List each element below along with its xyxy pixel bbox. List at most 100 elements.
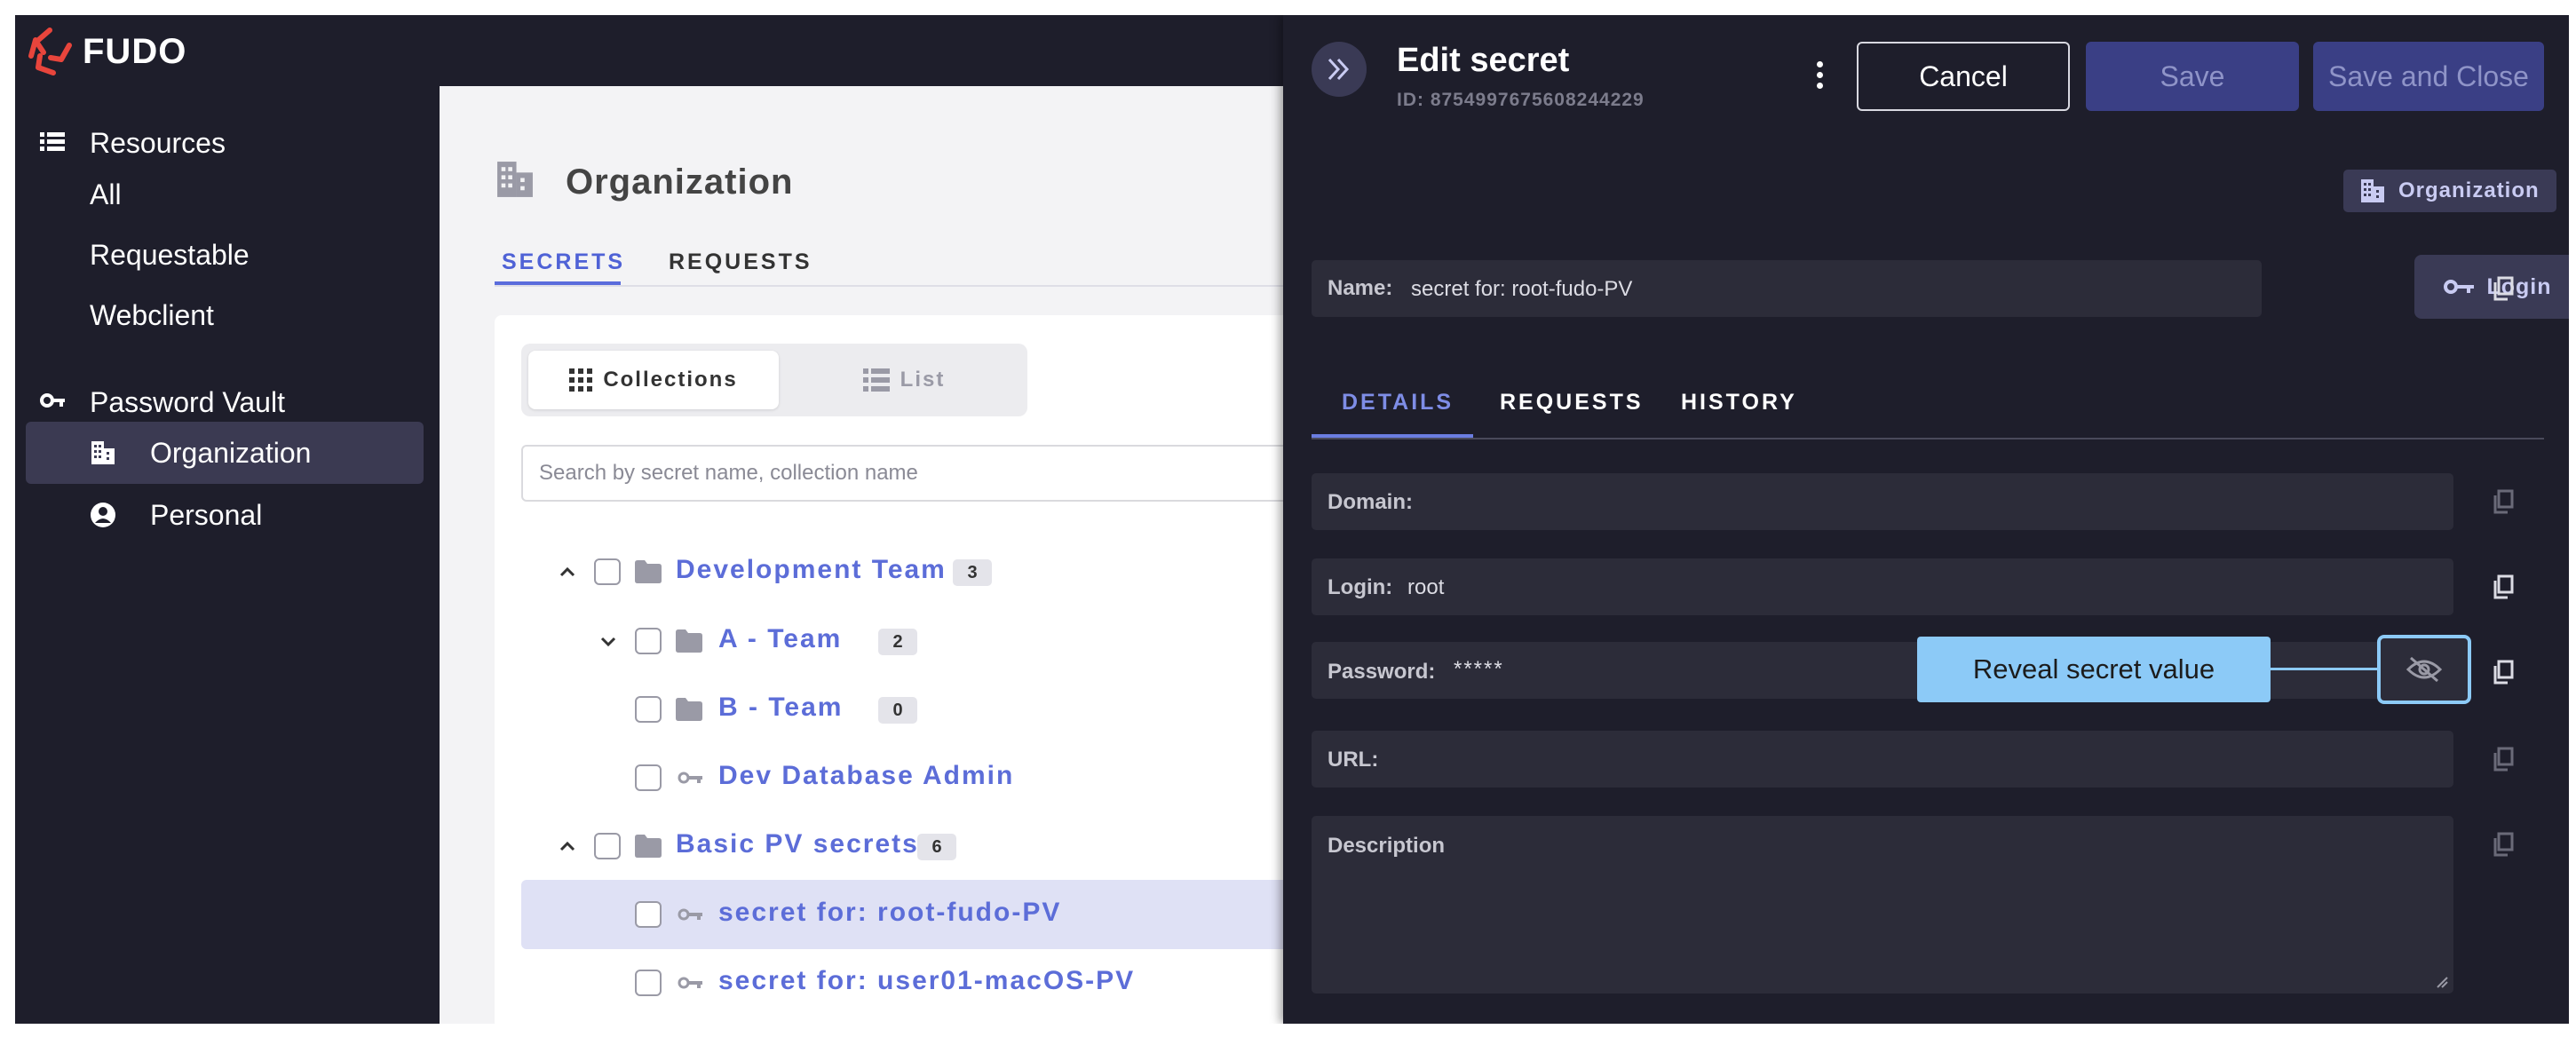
tree-item-label[interactable]: B - Team [718, 693, 843, 723]
resize-handle-icon[interactable] [2436, 976, 2448, 988]
nav-section-label: Resources [90, 127, 226, 159]
collapse-drawer-button[interactable] [1312, 42, 1367, 97]
organization-badge-label: Organization [2398, 178, 2540, 202]
login-value[interactable]: root [1407, 575, 1444, 600]
row-checkbox[interactable] [594, 833, 621, 859]
app-window: FUDO Resources All Requestable Webclient… [15, 15, 2569, 1024]
edit-secret-drawer: Edit secret ID: 8754997675608244229 Canc… [1283, 15, 2569, 1024]
tree-item-label[interactable]: Basic PV secrets [676, 829, 919, 859]
chevron-up-icon[interactable] [557, 835, 578, 857]
building-icon [2361, 179, 2384, 202]
list-icon [862, 368, 890, 392]
user-circle-icon [91, 503, 115, 527]
url-field[interactable]: URL: [1312, 731, 2453, 788]
eye-off-icon [2406, 656, 2443, 683]
tab-requests[interactable]: REQUESTS [1500, 390, 1644, 416]
row-checkbox[interactable] [635, 696, 662, 723]
copy-icon[interactable] [2493, 747, 2514, 772]
row-checkbox[interactable] [635, 628, 662, 654]
building-icon [91, 441, 115, 464]
page-title: Organization [566, 162, 794, 202]
save-and-close-button[interactable]: Save and Close [2313, 42, 2544, 111]
row-checkbox[interactable] [594, 558, 621, 585]
folder-icon [676, 698, 702, 721]
password-field[interactable]: Password: ***** [1312, 642, 2453, 699]
collections-view-label: Collections [603, 368, 738, 392]
tab-history[interactable]: HISTORY [1681, 390, 1797, 416]
url-label: URL: [1328, 748, 1379, 772]
tree-item-label[interactable]: Development Team [676, 555, 947, 585]
double-chevron-right-icon [1328, 58, 1350, 81]
building-icon [497, 162, 533, 197]
description-label: Description [1328, 834, 1446, 858]
tab-requests[interactable]: REQUESTS [669, 249, 812, 275]
copy-icon[interactable] [2493, 489, 2514, 514]
sidebar: FUDO Resources All Requestable Webclient… [15, 15, 440, 1024]
row-checkbox[interactable] [635, 970, 662, 996]
nav-item-label: Organization [150, 437, 312, 469]
copy-icon[interactable] [2493, 276, 2514, 301]
name-field[interactable]: Name: secret for: root-fudo-PV [1312, 260, 2262, 317]
login-field[interactable]: Login: root [1312, 558, 2453, 615]
login-type-button[interactable]: Login [2414, 255, 2569, 319]
tree-item-label[interactable]: A - Team [718, 624, 842, 654]
count-badge: 0 [878, 697, 917, 724]
nav-item-requestable[interactable]: Requestable [90, 239, 250, 272]
collections-view-button[interactable]: Collections [528, 351, 779, 409]
key-icon [40, 393, 65, 408]
domain-field[interactable]: Domain: [1312, 473, 2453, 530]
logo[interactable]: FUDO [26, 26, 186, 77]
nav-item-organization[interactable]: Organization [26, 422, 424, 484]
more-options-icon[interactable] [1814, 61, 1825, 93]
name-label: Name: [1328, 276, 1393, 300]
nav-item-webclient[interactable]: Webclient [90, 299, 214, 332]
count-badge: 2 [878, 629, 917, 655]
key-icon [2444, 280, 2475, 294]
copy-icon[interactable] [2493, 574, 2514, 599]
fudo-logo-icon [28, 28, 72, 75]
save-button[interactable]: Save [2086, 42, 2299, 111]
copy-icon[interactable] [2493, 832, 2514, 857]
drawer-title: Edit secret [1397, 42, 1570, 79]
folder-icon [635, 835, 662, 858]
nav-section-label: Password Vault [90, 386, 285, 418]
nav-item-personal[interactable]: Personal [26, 484, 424, 546]
view-toggle: Collections List [521, 344, 1027, 416]
cancel-button[interactable]: Cancel [1857, 42, 2070, 111]
main-tabs: SECRETS REQUESTS [495, 237, 1294, 287]
organization-badge: Organization [2343, 170, 2556, 212]
chevron-down-icon[interactable] [598, 630, 619, 652]
list-view-label: List [900, 368, 946, 392]
login-label: Login: [1328, 575, 1393, 599]
chevron-up-icon[interactable] [557, 561, 578, 582]
count-badge: 6 [917, 834, 956, 860]
count-badge: 3 [953, 559, 992, 586]
list-view-button[interactable]: List [788, 351, 1020, 409]
tab-secrets[interactable]: SECRETS [502, 249, 625, 275]
copy-icon[interactable] [2493, 660, 2514, 685]
tree-item-label[interactable]: Dev Database Admin [718, 761, 1014, 791]
name-value[interactable]: secret for: root-fudo-PV [1411, 277, 1632, 302]
reveal-secret-button[interactable] [2377, 635, 2471, 704]
active-tab-indicator [495, 281, 621, 285]
row-checkbox[interactable] [635, 764, 662, 791]
description-field[interactable]: Description [1312, 816, 2453, 994]
nav-item-label: Personal [150, 499, 263, 531]
password-value[interactable]: ***** [1454, 657, 1504, 682]
list-icon [40, 132, 65, 151]
reveal-tooltip: Reveal secret value [1917, 637, 2271, 702]
secret-id: ID: 8754997675608244229 [1397, 90, 1645, 110]
domain-label: Domain: [1328, 490, 1413, 514]
nav-item-all[interactable]: All [90, 178, 122, 211]
active-tab-indicator [1312, 434, 1473, 438]
folder-icon [676, 629, 702, 653]
folder-icon [635, 560, 662, 583]
key-icon [678, 908, 702, 921]
tree-item-label[interactable]: secret for: user01-macOS-PV [718, 966, 1135, 996]
tree-item-label[interactable]: secret for: root-fudo-PV [718, 898, 1061, 928]
logo-text: FUDO [83, 31, 187, 71]
grid-icon [569, 368, 593, 392]
tab-details[interactable]: DETAILS [1342, 390, 1454, 416]
key-icon [678, 977, 702, 989]
row-checkbox[interactable] [635, 901, 662, 928]
